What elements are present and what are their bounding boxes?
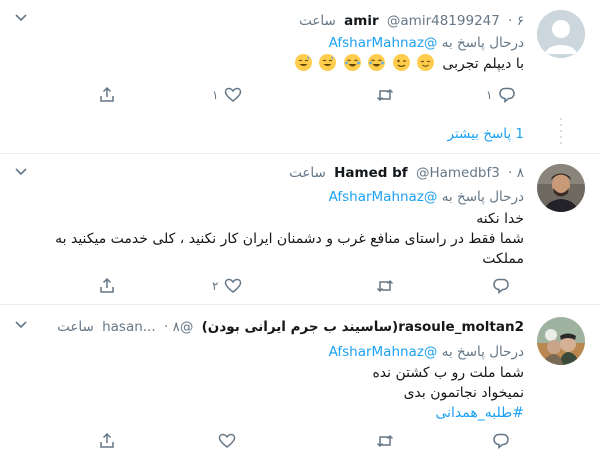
retweet-icon xyxy=(376,88,394,102)
tweet-feed: amir @amir48199247 · ۶ ساعت درحال پاسخ ب… xyxy=(0,0,600,458)
retweet-button[interactable] xyxy=(370,85,394,105)
mention-link[interactable]: @AfsharMahnaz xyxy=(329,189,438,205)
separator-dot: · xyxy=(508,165,513,181)
tweet-text: شما ملت رو ب کشتن نده نمیخواد نجاتمون بد… xyxy=(4,363,524,423)
chevron-down-icon[interactable] xyxy=(14,319,28,329)
replying-to: درحال پاسخ به @AfsharMahnaz xyxy=(329,188,524,206)
share-icon xyxy=(100,277,114,293)
tweet-line: نمیخواد نجاتمون بدی xyxy=(403,385,524,401)
user-handle[interactable]: @Hamedbf3 xyxy=(416,165,500,181)
heart-icon xyxy=(225,87,242,102)
replying-to: درحال پاسخ به @AfsharMahnaz xyxy=(329,343,524,361)
reply-button[interactable] xyxy=(486,276,510,296)
tweet-actions: ۲ xyxy=(90,276,530,296)
like-count: ۲ xyxy=(212,279,219,293)
hashtag-link[interactable]: #طلبه_همدانی xyxy=(4,403,524,423)
retweet-icon xyxy=(376,279,394,293)
replying-prefix: درحال پاسخ به xyxy=(441,189,524,205)
replying-prefix: درحال پاسخ به xyxy=(441,344,524,360)
heart-icon xyxy=(225,278,242,293)
share-button[interactable] xyxy=(98,431,116,451)
reply-count: ۱ xyxy=(486,88,493,102)
chevron-down-icon[interactable] xyxy=(14,12,28,22)
user-handle[interactable]: @amir48199247 xyxy=(387,13,500,29)
share-icon xyxy=(100,432,114,448)
tweet-text: خدا نکنه شما فقط در راستای منافع غرب و د… xyxy=(4,209,524,269)
replying-to: درحال پاسخ به @AfsharMahnaz xyxy=(329,34,524,52)
share-icon xyxy=(100,86,114,102)
user-photo-icon xyxy=(537,317,585,365)
share-button[interactable] xyxy=(98,85,116,105)
avatar[interactable] xyxy=(537,317,585,365)
tweet-actions xyxy=(90,431,530,451)
tweet-header: Hamed bf @Hamedbf3 · ۸ ساعت xyxy=(285,164,524,182)
user-name[interactable]: Hamed bf xyxy=(334,165,408,181)
mention-link[interactable]: @AfsharMahnaz xyxy=(329,35,438,51)
grinning-sweat-face-icon xyxy=(319,54,337,71)
reply-button[interactable]: ۱ xyxy=(486,85,516,105)
avatar[interactable] xyxy=(537,164,585,212)
like-button[interactable]: ۱ xyxy=(212,85,242,105)
separator-dot: · xyxy=(163,319,169,335)
relieved-face-icon xyxy=(416,54,434,71)
replying-prefix: درحال پاسخ به xyxy=(441,35,524,51)
face-with-tears-of-joy-icon xyxy=(368,54,386,71)
avatar[interactable] xyxy=(537,10,585,58)
face-with-tears-of-joy-icon xyxy=(343,54,361,71)
share-button[interactable] xyxy=(98,276,116,296)
mention-link[interactable]: @AfsharMahnaz xyxy=(329,344,438,360)
retweet-button[interactable] xyxy=(370,431,394,451)
tweet-line: شما ملت رو ب کشتن نده xyxy=(372,365,524,381)
heart-icon xyxy=(218,433,236,448)
like-count: ۱ xyxy=(212,88,219,102)
chevron-down-icon[interactable] xyxy=(14,166,28,176)
user-photo-icon xyxy=(537,164,585,212)
user-name[interactable]: amir xyxy=(344,13,378,29)
retweet-icon xyxy=(376,434,394,448)
retweet-button[interactable] xyxy=(370,276,394,296)
emoji-row xyxy=(292,54,434,74)
reply-icon xyxy=(493,433,509,450)
tweet-header: amir @amir48199247 · ۶ ساعت xyxy=(295,12,524,30)
default-avatar-icon xyxy=(537,10,585,58)
reply-icon xyxy=(499,87,516,104)
tweet-actions: ۱ ۱ xyxy=(90,85,530,105)
reply-button[interactable] xyxy=(486,431,510,451)
tweet[interactable]: Hamed bf @Hamedbf3 · ۸ ساعت درحال پاسخ ب… xyxy=(0,154,600,304)
tweet-line: شما فقط در راستای منافع غرب و دشمنان ایر… xyxy=(55,231,524,247)
grinning-sweat-face-icon xyxy=(294,54,312,71)
tweet-line: مملکت xyxy=(482,251,524,267)
thread-connector xyxy=(560,118,562,148)
separator-dot: · xyxy=(508,13,513,29)
winking-face-icon xyxy=(392,54,410,71)
like-button[interactable] xyxy=(212,431,236,451)
show-more-replies-link[interactable]: 1 پاسخ بیشتر xyxy=(448,125,524,143)
tweet[interactable]: rasoule_moltan2(ساسیند ب جرم ایرانی بودن… xyxy=(0,305,600,458)
tweet-body-text: با دیپلم تجربی xyxy=(442,56,524,72)
tweet-line: خدا نکنه xyxy=(476,211,524,227)
tweet-header: rasoule_moltan2(ساسیند ب جرم ایرانی بودن… xyxy=(53,318,524,336)
tweet[interactable]: amir @amir48199247 · ۶ ساعت درحال پاسخ ب… xyxy=(0,0,600,155)
like-button[interactable]: ۲ xyxy=(212,276,242,296)
reply-icon xyxy=(493,278,509,295)
tweet-text: با دیپلم تجربی xyxy=(4,54,524,74)
user-handle[interactable]: @hasan... xyxy=(102,319,193,335)
user-name[interactable]: rasoule_moltan2(ساسیند ب جرم ایرانی بودن… xyxy=(202,319,524,335)
